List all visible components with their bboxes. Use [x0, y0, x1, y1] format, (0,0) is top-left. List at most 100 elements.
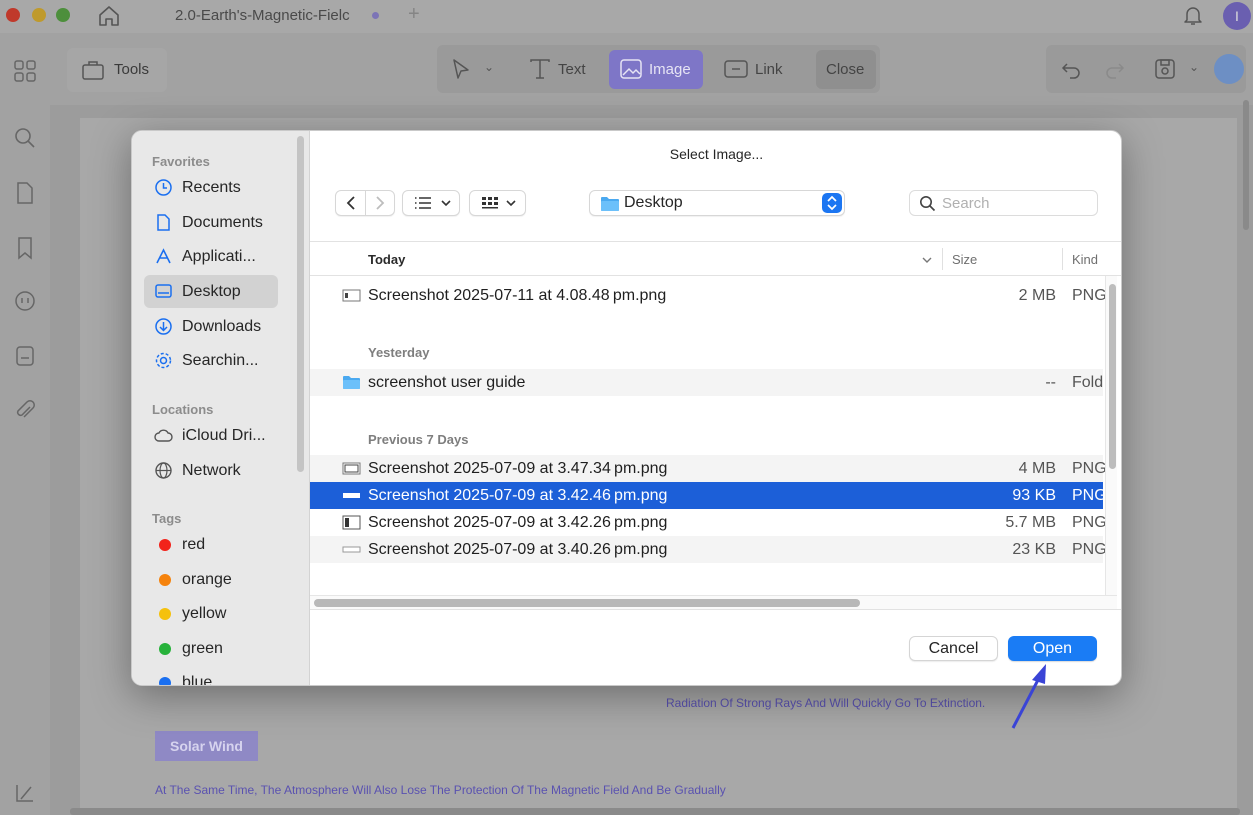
cancel-button[interactable]: Cancel: [909, 636, 998, 661]
sidebar-tag-yellow[interactable]: yellow: [144, 597, 278, 630]
cursor-icon[interactable]: [450, 58, 472, 85]
location-popup[interactable]: Desktop: [589, 190, 845, 216]
page-icon[interactable]: [12, 180, 38, 206]
tools-button[interactable]: Tools: [67, 48, 167, 92]
forward-button[interactable]: [374, 195, 386, 216]
file-kind: PNG: [1072, 541, 1107, 558]
file-row[interactable]: screenshot user guide -- Fold: [310, 369, 1103, 396]
column-header-kind[interactable]: Kind: [1072, 252, 1098, 267]
link-tool-label[interactable]: Link: [755, 61, 783, 78]
sidebar-tag-orange[interactable]: orange: [144, 563, 278, 596]
home-icon[interactable]: [97, 4, 121, 28]
chevron-down-icon: [506, 196, 516, 215]
close-tool-button[interactable]: Close: [816, 50, 876, 89]
grid-icon[interactable]: [12, 58, 38, 84]
document-horizontal-scrollbar[interactable]: [70, 808, 1240, 815]
sidebar-item-documents[interactable]: Documents: [144, 206, 278, 239]
file-size: 4 MB: [1018, 460, 1056, 477]
bell-icon[interactable]: [1181, 3, 1205, 27]
image-file-icon: [342, 461, 361, 476]
search-input[interactable]: [942, 194, 1092, 212]
file-name: screenshot user guide: [368, 374, 526, 391]
file-row[interactable]: Screenshot 2025-07-11 at 4.08.48 pm.png …: [310, 282, 1107, 309]
tools-label: Tools: [114, 61, 150, 78]
search-field[interactable]: [909, 190, 1098, 216]
sidebar-item-label: Documents: [182, 214, 263, 231]
column-header-name[interactable]: Today: [368, 252, 405, 267]
select-image-dialog: Favorites Recents Documents Applicati...…: [131, 130, 1122, 686]
sidebar-scrollbar[interactable]: [297, 136, 304, 472]
image-tool-label: Image: [649, 61, 691, 78]
file-size: --: [1045, 374, 1056, 391]
stamp-icon[interactable]: [12, 343, 38, 369]
sidebar-item-label: Network: [182, 462, 241, 479]
text-tool-label[interactable]: Text: [558, 61, 586, 78]
new-tab-button[interactable]: +: [408, 3, 420, 26]
sidebar-item-searching[interactable]: Searchin...: [144, 344, 278, 377]
window-close-button[interactable]: [6, 8, 20, 22]
sidebar-item-desktop[interactable]: Desktop: [144, 275, 278, 308]
open-button[interactable]: Open: [1008, 636, 1097, 661]
back-button[interactable]: [345, 195, 357, 216]
sidebar-item-label: Recents: [182, 179, 241, 196]
search-icon[interactable]: [12, 125, 38, 151]
window-minimize-button[interactable]: [32, 8, 46, 22]
image-file-icon: [342, 488, 361, 503]
document-vertical-scrollbar[interactable]: [1243, 100, 1249, 230]
chevron-down-icon: [441, 196, 451, 215]
text-tool-icon[interactable]: [528, 57, 552, 86]
sidebar-item-applications[interactable]: Applicati...: [144, 240, 278, 273]
file-size: 23 KB: [1012, 541, 1056, 558]
file-row[interactable]: Screenshot 2025-07-09 at 3.47.34 pm.png …: [310, 455, 1107, 482]
bookmark-icon[interactable]: [12, 235, 38, 261]
redo-icon[interactable]: [1104, 58, 1126, 85]
file-name: Screenshot 2025-07-09 at 3.42.26 pm.png: [368, 514, 668, 531]
sidebar-item-network[interactable]: Network: [144, 454, 278, 487]
avatar[interactable]: I: [1223, 2, 1251, 30]
up-down-chevron-icon: [822, 193, 842, 213]
chevron-down-icon[interactable]: ⌄: [1189, 60, 1199, 74]
save-icon[interactable]: [1153, 57, 1177, 86]
file-row[interactable]: Screenshot 2025-07-09 at 3.40.26 pm.png …: [310, 536, 1107, 563]
sidebar-tag-green[interactable]: green: [144, 632, 278, 665]
document-tab-title[interactable]: 2.0-Earth's-Magnetic-Fielc: [175, 7, 350, 24]
file-size: 5.7 MB: [1005, 514, 1056, 531]
sidebar-item-icloud-drive[interactable]: iCloud Dri...: [144, 419, 278, 452]
sidebar-item-downloads[interactable]: Downloads: [144, 310, 278, 343]
chevron-down-icon[interactable]: [921, 253, 933, 271]
cloud-icon: [154, 426, 173, 445]
ai-assistant-icon[interactable]: [1214, 54, 1244, 84]
file-row-selected[interactable]: Screenshot 2025-07-09 at 3.42.46 pm.png …: [310, 482, 1107, 509]
tag-dot-icon: [159, 677, 171, 685]
list-view-button[interactable]: [402, 190, 460, 216]
list-view-icon: [414, 196, 432, 215]
link-icon[interactable]: [723, 57, 749, 86]
file-list-header: Today Size Kind: [310, 241, 1121, 276]
applications-icon: [154, 247, 173, 266]
file-list-horizontal-scrollbar[interactable]: [310, 595, 1117, 609]
sidebar-item-recents[interactable]: Recents: [144, 171, 278, 204]
document-text: Radiation Of Strong Rays And Will Quickl…: [666, 696, 986, 710]
chevron-down-icon[interactable]: ⌄: [484, 60, 494, 74]
column-divider[interactable]: [1062, 248, 1063, 270]
divider: [310, 609, 1121, 610]
comment-icon[interactable]: [12, 289, 38, 315]
desktop-icon: [154, 282, 173, 301]
scrollbar-thumb[interactable]: [1109, 284, 1116, 469]
sidebar-tag-blue[interactable]: blue: [144, 666, 278, 685]
attachment-icon[interactable]: [12, 397, 38, 423]
grid-view-button[interactable]: [469, 190, 526, 216]
scrollbar-thumb[interactable]: [314, 599, 860, 607]
undo-icon[interactable]: [1060, 58, 1082, 85]
image-tool-button[interactable]: Image: [609, 50, 703, 89]
location-label: Desktop: [624, 194, 683, 211]
tag-dot-icon: [159, 643, 171, 655]
window-zoom-button[interactable]: [56, 8, 70, 22]
sidebar-tag-red[interactable]: red: [144, 528, 278, 561]
column-header-size[interactable]: Size: [952, 252, 977, 267]
file-list-vertical-scrollbar[interactable]: [1105, 276, 1117, 595]
file-row[interactable]: Screenshot 2025-07-09 at 3.42.26 pm.png …: [310, 509, 1107, 536]
file-kind: PNG: [1072, 514, 1107, 531]
panel-toggle-icon[interactable]: [12, 780, 38, 806]
column-divider[interactable]: [942, 248, 943, 270]
